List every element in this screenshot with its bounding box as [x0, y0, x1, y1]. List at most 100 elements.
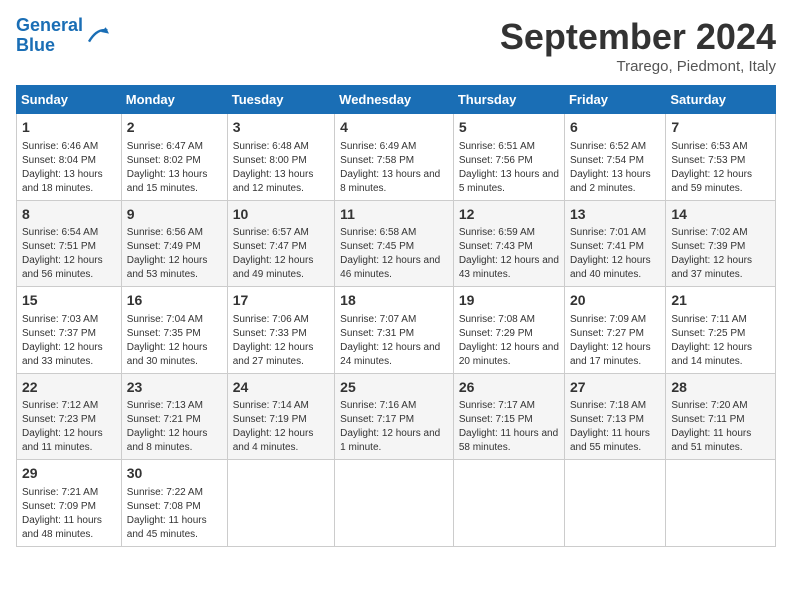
calendar-cell: 14Sunrise: 7:02 AM Sunset: 7:39 PM Dayli… — [666, 200, 776, 287]
calendar-week-row: 22Sunrise: 7:12 AM Sunset: 7:23 PM Dayli… — [17, 373, 776, 460]
day-number: 27 — [570, 378, 660, 398]
calendar-cell: 10Sunrise: 6:57 AM Sunset: 7:47 PM Dayli… — [227, 200, 334, 287]
day-info: Sunrise: 6:49 AM Sunset: 7:58 PM Dayligh… — [340, 140, 448, 196]
calendar-cell: 7Sunrise: 6:53 AM Sunset: 7:53 PM Daylig… — [666, 114, 776, 201]
day-number: 7 — [671, 118, 770, 138]
day-number: 4 — [340, 118, 448, 138]
day-number: 20 — [570, 291, 660, 311]
day-number: 15 — [22, 291, 116, 311]
calendar-cell: 3Sunrise: 6:48 AM Sunset: 8:00 PM Daylig… — [227, 114, 334, 201]
day-info: Sunrise: 7:11 AM Sunset: 7:25 PM Dayligh… — [671, 313, 770, 369]
day-info: Sunrise: 6:47 AM Sunset: 8:02 PM Dayligh… — [127, 140, 222, 196]
calendar-cell: 1Sunrise: 6:46 AM Sunset: 8:04 PM Daylig… — [17, 114, 122, 201]
page-header: General Blue September 2024 Trarego, Pie… — [16, 16, 776, 75]
day-info: Sunrise: 6:51 AM Sunset: 7:56 PM Dayligh… — [459, 140, 559, 196]
day-number: 14 — [671, 205, 770, 225]
day-info: Sunrise: 7:08 AM Sunset: 7:29 PM Dayligh… — [459, 313, 559, 369]
calendar-week-row: 29Sunrise: 7:21 AM Sunset: 7:09 PM Dayli… — [17, 460, 776, 547]
header-cell-tuesday: Tuesday — [227, 86, 334, 114]
calendar-cell: 30Sunrise: 7:22 AM Sunset: 7:08 PM Dayli… — [121, 460, 227, 547]
calendar-week-row: 1Sunrise: 6:46 AM Sunset: 8:04 PM Daylig… — [17, 114, 776, 201]
day-number: 12 — [459, 205, 559, 225]
day-info: Sunrise: 6:46 AM Sunset: 8:04 PM Dayligh… — [22, 140, 116, 196]
header-cell-saturday: Saturday — [666, 86, 776, 114]
day-info: Sunrise: 7:21 AM Sunset: 7:09 PM Dayligh… — [22, 486, 116, 542]
calendar-cell — [666, 460, 776, 547]
day-info: Sunrise: 7:09 AM Sunset: 7:27 PM Dayligh… — [570, 313, 660, 369]
logo-text: General Blue — [16, 16, 83, 56]
header-cell-monday: Monday — [121, 86, 227, 114]
day-info: Sunrise: 7:07 AM Sunset: 7:31 PM Dayligh… — [340, 313, 448, 369]
day-number: 11 — [340, 205, 448, 225]
day-number: 29 — [22, 464, 116, 484]
calendar-cell: 2Sunrise: 6:47 AM Sunset: 8:02 PM Daylig… — [121, 114, 227, 201]
calendar-cell: 6Sunrise: 6:52 AM Sunset: 7:54 PM Daylig… — [564, 114, 665, 201]
calendar-cell: 25Sunrise: 7:16 AM Sunset: 7:17 PM Dayli… — [335, 373, 454, 460]
calendar-cell: 24Sunrise: 7:14 AM Sunset: 7:19 PM Dayli… — [227, 373, 334, 460]
day-number: 19 — [459, 291, 559, 311]
day-number: 13 — [570, 205, 660, 225]
header-cell-wednesday: Wednesday — [335, 86, 454, 114]
day-number: 28 — [671, 378, 770, 398]
calendar-cell: 20Sunrise: 7:09 AM Sunset: 7:27 PM Dayli… — [564, 287, 665, 374]
calendar-cell: 29Sunrise: 7:21 AM Sunset: 7:09 PM Dayli… — [17, 460, 122, 547]
day-number: 18 — [340, 291, 448, 311]
day-number: 17 — [233, 291, 329, 311]
day-info: Sunrise: 6:59 AM Sunset: 7:43 PM Dayligh… — [459, 226, 559, 282]
day-number: 6 — [570, 118, 660, 138]
logo-icon — [85, 24, 109, 48]
calendar-cell: 27Sunrise: 7:18 AM Sunset: 7:13 PM Dayli… — [564, 373, 665, 460]
header-cell-sunday: Sunday — [17, 86, 122, 114]
day-info: Sunrise: 6:58 AM Sunset: 7:45 PM Dayligh… — [340, 226, 448, 282]
day-info: Sunrise: 7:18 AM Sunset: 7:13 PM Dayligh… — [570, 399, 660, 455]
day-number: 8 — [22, 205, 116, 225]
day-number: 24 — [233, 378, 329, 398]
day-number: 23 — [127, 378, 222, 398]
day-number: 22 — [22, 378, 116, 398]
day-info: Sunrise: 7:01 AM Sunset: 7:41 PM Dayligh… — [570, 226, 660, 282]
calendar-week-row: 8Sunrise: 6:54 AM Sunset: 7:51 PM Daylig… — [17, 200, 776, 287]
day-number: 21 — [671, 291, 770, 311]
calendar-cell — [227, 460, 334, 547]
calendar-cell: 16Sunrise: 7:04 AM Sunset: 7:35 PM Dayli… — [121, 287, 227, 374]
day-number: 10 — [233, 205, 329, 225]
calendar-cell: 9Sunrise: 6:56 AM Sunset: 7:49 PM Daylig… — [121, 200, 227, 287]
calendar-cell: 11Sunrise: 6:58 AM Sunset: 7:45 PM Dayli… — [335, 200, 454, 287]
day-number: 2 — [127, 118, 222, 138]
calendar-cell — [453, 460, 564, 547]
month-title: September 2024 — [500, 16, 776, 58]
day-number: 1 — [22, 118, 116, 138]
calendar-cell: 4Sunrise: 6:49 AM Sunset: 7:58 PM Daylig… — [335, 114, 454, 201]
day-number: 3 — [233, 118, 329, 138]
calendar-cell: 28Sunrise: 7:20 AM Sunset: 7:11 PM Dayli… — [666, 373, 776, 460]
location-subtitle: Trarego, Piedmont, Italy — [500, 58, 776, 75]
day-info: Sunrise: 6:57 AM Sunset: 7:47 PM Dayligh… — [233, 226, 329, 282]
header-cell-friday: Friday — [564, 86, 665, 114]
day-info: Sunrise: 7:20 AM Sunset: 7:11 PM Dayligh… — [671, 399, 770, 455]
title-block: September 2024 Trarego, Piedmont, Italy — [500, 16, 776, 75]
calendar-cell: 22Sunrise: 7:12 AM Sunset: 7:23 PM Dayli… — [17, 373, 122, 460]
day-info: Sunrise: 7:13 AM Sunset: 7:21 PM Dayligh… — [127, 399, 222, 455]
calendar-table: SundayMondayTuesdayWednesdayThursdayFrid… — [16, 85, 776, 547]
calendar-cell: 18Sunrise: 7:07 AM Sunset: 7:31 PM Dayli… — [335, 287, 454, 374]
day-info: Sunrise: 7:02 AM Sunset: 7:39 PM Dayligh… — [671, 226, 770, 282]
day-info: Sunrise: 7:17 AM Sunset: 7:15 PM Dayligh… — [459, 399, 559, 455]
day-number: 26 — [459, 378, 559, 398]
calendar-cell: 15Sunrise: 7:03 AM Sunset: 7:37 PM Dayli… — [17, 287, 122, 374]
calendar-cell — [335, 460, 454, 547]
day-info: Sunrise: 6:53 AM Sunset: 7:53 PM Dayligh… — [671, 140, 770, 196]
calendar-cell: 17Sunrise: 7:06 AM Sunset: 7:33 PM Dayli… — [227, 287, 334, 374]
calendar-cell: 12Sunrise: 6:59 AM Sunset: 7:43 PM Dayli… — [453, 200, 564, 287]
day-info: Sunrise: 7:16 AM Sunset: 7:17 PM Dayligh… — [340, 399, 448, 455]
day-info: Sunrise: 6:54 AM Sunset: 7:51 PM Dayligh… — [22, 226, 116, 282]
day-info: Sunrise: 7:22 AM Sunset: 7:08 PM Dayligh… — [127, 486, 222, 542]
header-cell-thursday: Thursday — [453, 86, 564, 114]
calendar-cell: 26Sunrise: 7:17 AM Sunset: 7:15 PM Dayli… — [453, 373, 564, 460]
calendar-cell: 19Sunrise: 7:08 AM Sunset: 7:29 PM Dayli… — [453, 287, 564, 374]
day-number: 16 — [127, 291, 222, 311]
calendar-cell: 23Sunrise: 7:13 AM Sunset: 7:21 PM Dayli… — [121, 373, 227, 460]
calendar-cell: 13Sunrise: 7:01 AM Sunset: 7:41 PM Dayli… — [564, 200, 665, 287]
calendar-cell: 5Sunrise: 6:51 AM Sunset: 7:56 PM Daylig… — [453, 114, 564, 201]
day-info: Sunrise: 7:12 AM Sunset: 7:23 PM Dayligh… — [22, 399, 116, 455]
calendar-cell: 8Sunrise: 6:54 AM Sunset: 7:51 PM Daylig… — [17, 200, 122, 287]
